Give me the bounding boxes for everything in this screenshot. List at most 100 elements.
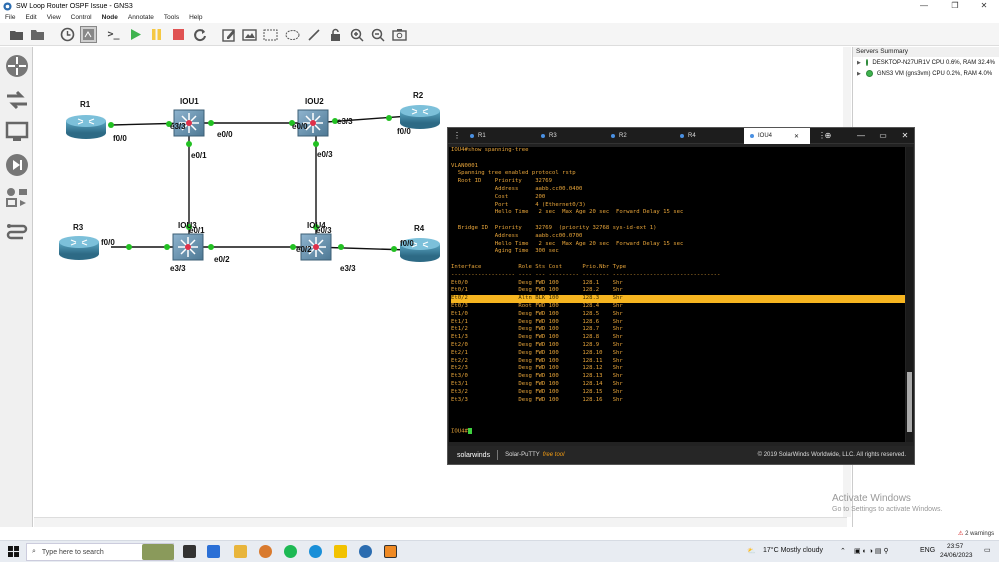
rectangle-icon[interactable]: [262, 26, 279, 43]
menu-dots-icon[interactable]: ⋮: [450, 128, 464, 144]
server-item[interactable]: ▶ DESKTOP-N27UR1V CPU 0.6%, RAM 32.4%: [853, 57, 999, 68]
start-icon[interactable]: [127, 26, 144, 43]
port-label: e0/0: [217, 130, 233, 139]
terminal-line: Address aabb.cc00.0700: [451, 232, 583, 239]
browse-security-devices-icon[interactable]: [4, 152, 30, 178]
line-icon[interactable]: [305, 26, 322, 43]
clock-date[interactable]: 24/06/2023: [940, 552, 973, 559]
terminal-line: Et3/2 Desg FWD 100 128.15 Shr: [451, 388, 623, 395]
menu-annotate[interactable]: Annotate: [123, 14, 159, 21]
router-r3[interactable]: [59, 236, 99, 260]
putty-maximize-button[interactable]: ▭: [876, 128, 890, 144]
tab-r2[interactable]: R2: [611, 128, 671, 144]
browse-routers-icon[interactable]: [4, 53, 30, 79]
maximize-button[interactable]: ❐: [940, 0, 970, 12]
terminal-line: Et2/3 Desg FWD 100 128.12 Shr: [451, 365, 623, 372]
terminal-line: Et3/3 Desg FWD 100 128.16 Shr: [451, 396, 623, 403]
menu-control[interactable]: Control: [66, 14, 97, 21]
zoom-out-icon[interactable]: [369, 26, 386, 43]
terminal-line: Aging Time 300 sec: [451, 248, 559, 255]
store-icon[interactable]: [207, 545, 220, 558]
menu-help[interactable]: Help: [184, 14, 207, 21]
reload-icon[interactable]: [191, 26, 208, 43]
browse-end-devices-icon[interactable]: [4, 119, 30, 145]
snapshot-icon[interactable]: [59, 26, 76, 43]
menu-view[interactable]: View: [42, 14, 66, 21]
node-label-iou2: IOU2: [305, 97, 324, 106]
expand-arrow-icon[interactable]: ▶: [857, 60, 861, 66]
search-highlight-icon[interactable]: [142, 544, 174, 560]
router-r2[interactable]: [400, 105, 440, 129]
tab-close-icon[interactable]: ✕: [794, 133, 799, 140]
session-dot-icon: [541, 134, 545, 138]
tab-r4[interactable]: R4: [680, 128, 740, 144]
tab-r3[interactable]: R3: [541, 128, 601, 144]
putty-close-button[interactable]: ✕: [898, 128, 912, 144]
terminal-line: Et1/0 Desg FWD 100 128.5 Shr: [451, 310, 623, 317]
clock-time[interactable]: 23:57: [947, 543, 963, 550]
terminal-line: Et2/2 Desg FWD 100 128.11 Shr: [451, 357, 623, 364]
close-button[interactable]: ✕: [969, 0, 999, 12]
canvas-horizontal-scrollbar[interactable]: [34, 517, 847, 527]
terminal-line: Et1/2 Desg FWD 100 128.7 Shr: [451, 326, 623, 333]
note-icon[interactable]: [220, 26, 237, 43]
pause-icon[interactable]: [148, 26, 165, 43]
show-interface-labels-icon[interactable]: [80, 26, 97, 43]
task-view-icon[interactable]: [183, 545, 196, 558]
expand-arrow-icon[interactable]: ▶: [857, 71, 861, 77]
terminal-line: Root ID Priority 32769: [451, 178, 553, 185]
folder-icon[interactable]: [29, 26, 46, 43]
spotify-icon[interactable]: [284, 545, 297, 558]
stop-icon[interactable]: [170, 26, 187, 43]
tab-r1[interactable]: R1: [470, 128, 530, 144]
new-tab-icon[interactable]: ⊕: [821, 128, 835, 144]
menu-tools[interactable]: Tools: [159, 14, 184, 21]
zoom-in-icon[interactable]: [348, 26, 365, 43]
console-icon[interactable]: >_: [105, 26, 122, 43]
terminal-line: Et3/1 Desg FWD 100 128.14 Shr: [451, 380, 623, 387]
minimize-button[interactable]: —: [909, 0, 939, 12]
lock-icon[interactable]: [327, 26, 344, 43]
browse-switches-icon[interactable]: [4, 87, 30, 113]
tray-chevron-icon[interactable]: ⌃: [840, 547, 846, 555]
file-explorer-icon[interactable]: [234, 545, 247, 558]
ellipse-icon[interactable]: [284, 26, 301, 43]
open-project-icon[interactable]: [8, 26, 25, 43]
add-link-icon[interactable]: [4, 219, 30, 245]
menu-node[interactable]: Node: [97, 14, 123, 21]
product-name: Solar-PuTTY: [505, 452, 540, 458]
tab-iou4[interactable]: IOU4 ✕: [744, 128, 810, 144]
port-label: e3/3: [337, 117, 353, 126]
menu-edit[interactable]: Edit: [20, 14, 41, 21]
port-label: e0/1: [191, 151, 207, 160]
system-tray-icons[interactable]: ▣ ◐ ◑ ▤ ⚲: [854, 547, 889, 555]
browse-all-devices-icon[interactable]: [4, 185, 30, 211]
weather-icon[interactable]: ⛅: [747, 547, 756, 555]
terminal-line: Et0/1 Desg FWD 100 128.2 Shr: [451, 287, 623, 294]
warnings-indicator[interactable]: ⚠ 2 warnings: [958, 530, 994, 537]
edge-icon[interactable]: [309, 545, 322, 558]
putty-minimize-button[interactable]: —: [854, 128, 868, 144]
gns3-app-icon: [3, 1, 12, 11]
screenshot-icon[interactable]: [391, 26, 408, 43]
sticky-notes-icon[interactable]: [334, 545, 347, 558]
weather-text[interactable]: 17°C Mostly cloudy: [763, 547, 823, 554]
server-item[interactable]: ▶ GNS3 VM (gns3vm) CPU 0.2%, RAM 4.0%: [853, 68, 999, 79]
terminal-line: Et1/1 Desg FWD 100 128.6 Shr: [451, 318, 623, 325]
router-r1[interactable]: [66, 115, 106, 139]
port-label: e0/3: [316, 226, 332, 235]
image-icon[interactable]: [241, 26, 258, 43]
terminal-scrollbar[interactable]: [906, 147, 913, 442]
menu-file[interactable]: File: [0, 14, 20, 21]
language-indicator[interactable]: ENG: [920, 547, 935, 554]
free-tool-label: free tool: [542, 452, 565, 458]
notifications-icon[interactable]: ▭: [984, 546, 991, 554]
toolbar: >_: [0, 23, 999, 46]
terminal-output[interactable]: IOU4#show spanning-tree VLAN0001 Spanning…: [449, 147, 905, 442]
solar-putty-taskbar-icon[interactable]: [384, 545, 397, 558]
switch-iou3[interactable]: [172, 233, 204, 261]
port-label: e3/3: [170, 122, 186, 131]
app-icon[interactable]: [259, 545, 272, 558]
windows-start-icon[interactable]: [8, 546, 19, 557]
gns3-taskbar-icon[interactable]: [359, 545, 372, 558]
